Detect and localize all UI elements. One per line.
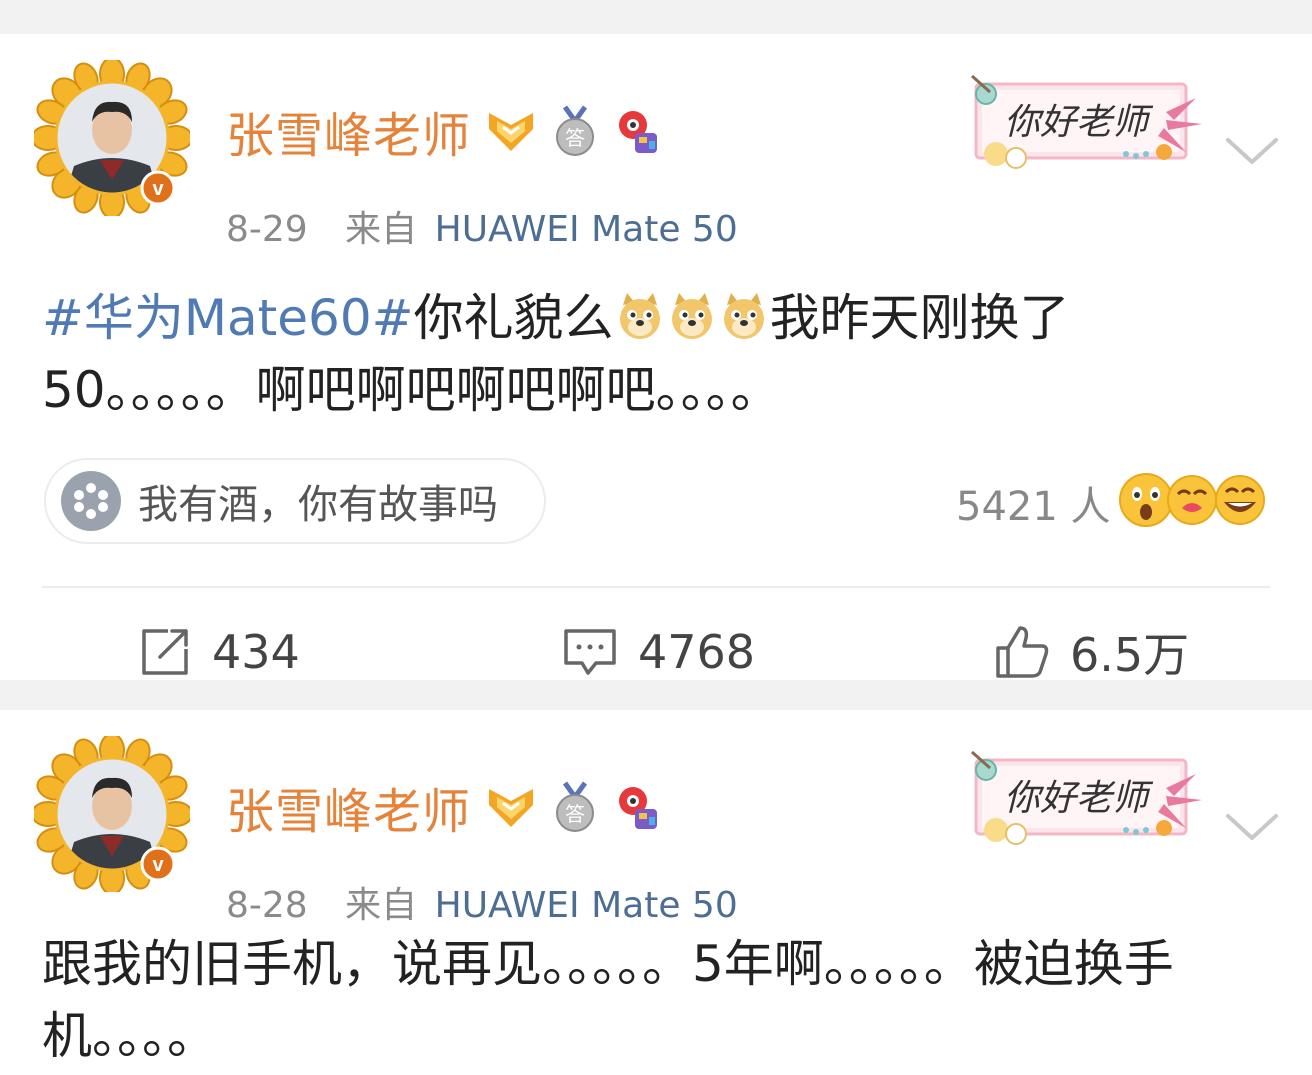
like-icon: [996, 626, 1049, 678]
post-date: 8-28: [226, 885, 308, 926]
reaction-emojis[interactable]: [1118, 472, 1268, 528]
source-prefix: 来自: [345, 209, 418, 250]
tag-pill[interactable]: 我有酒，你有故事吗: [44, 458, 546, 544]
post-text-part: 你礼貌么: [413, 289, 614, 347]
sticker-decoration: 你好老师: [971, 750, 1202, 845]
comment-button[interactable]: 4768: [562, 620, 755, 684]
doge-emoji-icon: [671, 293, 712, 339]
comment-count: 4768: [638, 625, 756, 679]
repost-icon: [142, 629, 188, 675]
doge-emoji-icon: [723, 293, 764, 339]
comment-icon: [564, 629, 616, 675]
svg-text:v: v: [152, 178, 164, 200]
chevron-down-icon[interactable]: [1224, 806, 1280, 846]
answer-medal-icon[interactable]: 答: [551, 781, 599, 833]
post-meta: 8-29 来自 HUAWEI Mate 50: [226, 200, 738, 252]
post-date: 8-29: [226, 209, 308, 250]
post-card[interactable]: v 张雪峰老师 答 8-29 来自 HUAWEI Mate 50 你好老师 #华…: [0, 34, 1312, 682]
svg-text:v: v: [152, 854, 164, 876]
shocked-emoji-icon: [1119, 473, 1173, 527]
device-name[interactable]: HUAWEI Mate 50: [435, 885, 738, 926]
post-meta: 8-28 来自 HUAWEI Mate 50: [226, 876, 738, 928]
laugh-emoji-icon: [1215, 475, 1265, 525]
sticker-text: 你好老师: [1004, 102, 1154, 143]
like-button[interactable]: 6.5万: [994, 620, 1189, 684]
post-text: 跟我的旧手机，说再见。。。。。5年啊。。。。。被迫换手机。。。。: [42, 935, 1174, 1065]
chevron-down-icon[interactable]: [1224, 130, 1280, 170]
mascot-icon[interactable]: [613, 105, 663, 157]
repost-count: 434: [212, 625, 300, 679]
tag-text: 我有酒，你有故事吗: [138, 482, 498, 528]
hashtag-link[interactable]: #华为Mate60#: [42, 289, 414, 347]
gold-badge-icon[interactable]: [485, 107, 537, 155]
kiss-emoji-icon: [1167, 475, 1217, 525]
username[interactable]: 张雪峰老师: [226, 96, 471, 166]
avatar[interactable]: v: [34, 60, 190, 216]
doge-emoji-icon: [619, 293, 660, 339]
sticker-decoration: 你好老师: [971, 74, 1202, 169]
like-count: 6.5万: [1070, 628, 1190, 682]
username[interactable]: 张雪峰老师: [226, 772, 471, 842]
mascot-icon[interactable]: [613, 781, 663, 833]
top-gap: [0, 0, 1312, 34]
divider: [42, 586, 1270, 588]
post-text: #华为Mate60#你礼貌么 我昨天刚换了50。。。。。啊吧啊吧啊吧啊吧。。。。: [42, 282, 1262, 426]
post-card[interactable]: v 张雪峰老师 答 8-28 来自 HUAWEI Mate 50 你好老师 跟我…: [0, 710, 1312, 1075]
answer-medal-icon[interactable]: 答: [551, 105, 599, 157]
repost-button[interactable]: 434: [138, 620, 300, 684]
device-name[interactable]: HUAWEI Mate 50: [435, 209, 738, 250]
sticker-text: 你好老师: [1004, 778, 1154, 819]
gold-badge-icon[interactable]: [485, 783, 537, 831]
name-row: 张雪峰老师 答: [226, 772, 663, 842]
avatar[interactable]: v: [34, 736, 190, 892]
svg-text:答: 答: [565, 802, 585, 826]
source-prefix: 来自: [345, 885, 418, 926]
reaction-count[interactable]: 5421 人: [956, 474, 1111, 532]
svg-text:答: 答: [565, 126, 585, 150]
name-row: 张雪峰老师 答: [226, 96, 663, 166]
tag-icon: [61, 471, 121, 531]
